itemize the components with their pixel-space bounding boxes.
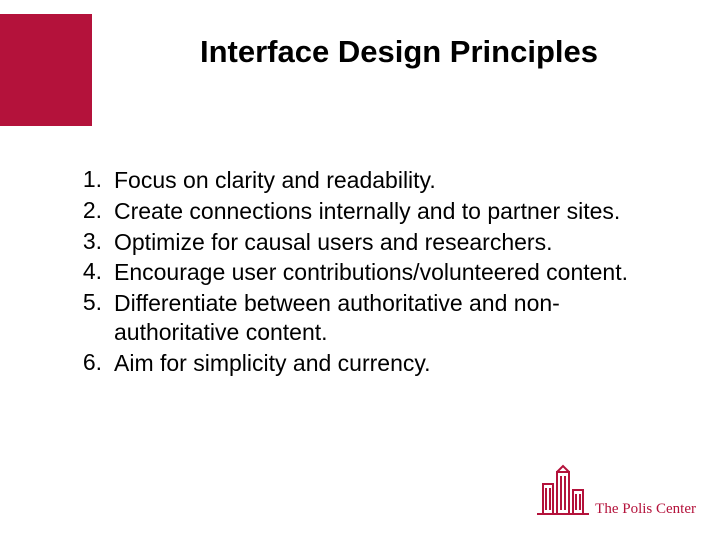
list-text: Aim for simplicity and currency. — [114, 349, 431, 378]
slide-title: Interface Design Principles — [200, 34, 598, 70]
list-number: 1. — [72, 166, 114, 193]
list-text: Differentiate between authoritative and … — [114, 289, 652, 347]
list-text: Optimize for causal users and researcher… — [114, 228, 552, 257]
list-item: 5. Differentiate between authoritative a… — [72, 289, 652, 347]
list-number: 6. — [72, 349, 114, 376]
logo-text: The Polis Center — [595, 501, 696, 518]
list-text: Focus on clarity and readability. — [114, 166, 436, 195]
list-number: 5. — [72, 289, 114, 316]
list-item: 1. Focus on clarity and readability. — [72, 166, 652, 195]
list-number: 4. — [72, 258, 114, 285]
list-text: Encourage user contributions/volunteered… — [114, 258, 628, 287]
header-accent-block — [0, 14, 92, 126]
principles-list: 1. Focus on clarity and readability. 2. … — [72, 166, 652, 379]
logo: The Polis Center — [533, 464, 696, 520]
logo-buildings-icon — [533, 464, 591, 520]
list-item: 4. Encourage user contributions/voluntee… — [72, 258, 652, 287]
list-text: Create connections internally and to par… — [114, 197, 620, 226]
list-number: 2. — [72, 197, 114, 224]
list-item: 3. Optimize for causal users and researc… — [72, 228, 652, 257]
list-number: 3. — [72, 228, 114, 255]
list-item: 2. Create connections internally and to … — [72, 197, 652, 226]
list-item: 6. Aim for simplicity and currency. — [72, 349, 652, 378]
